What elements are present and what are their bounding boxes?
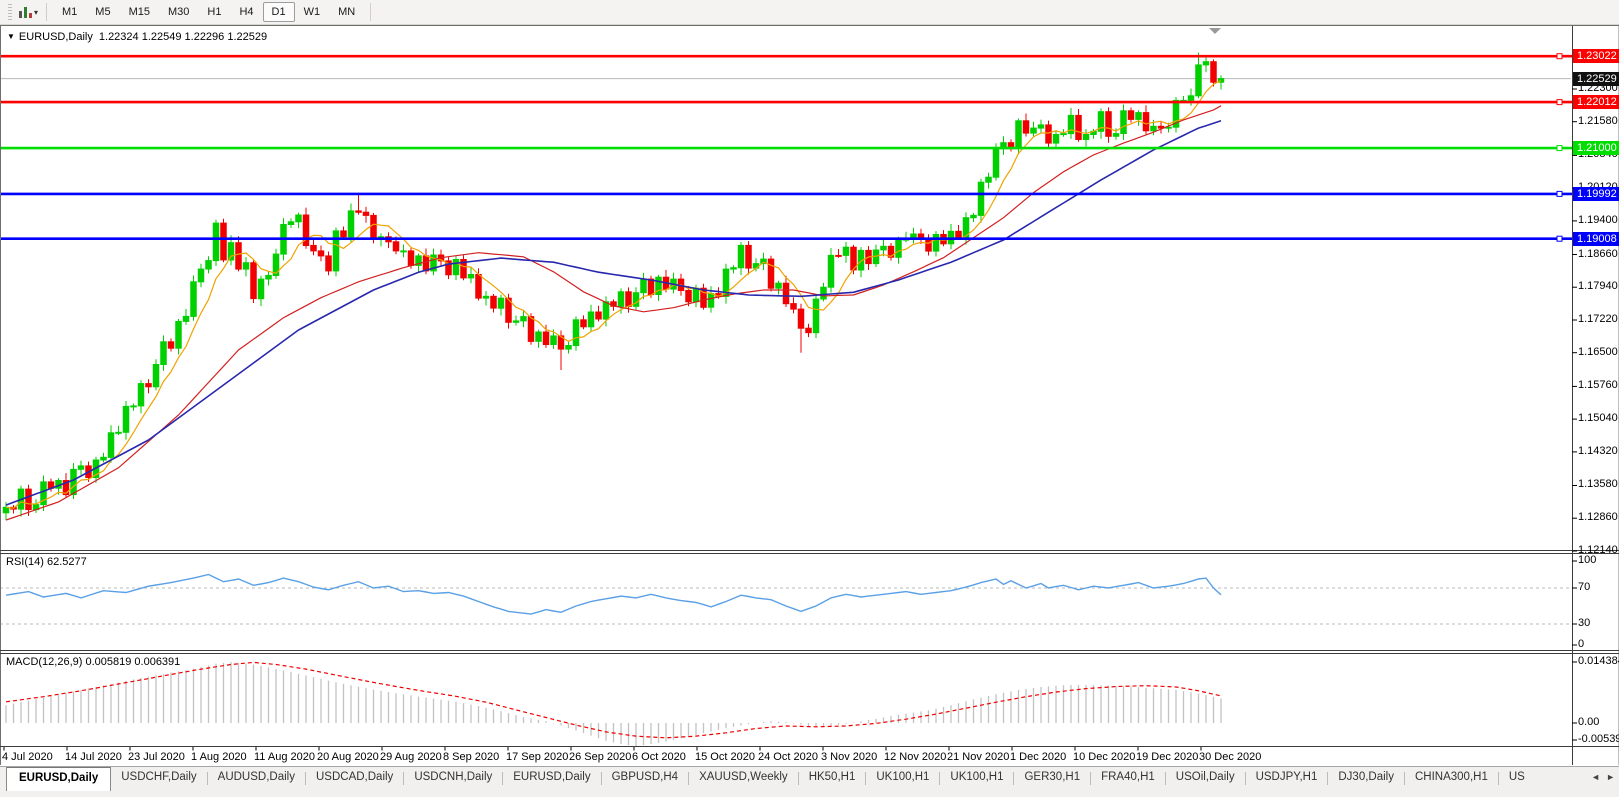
date-label: 8 Sep 2020 bbox=[443, 751, 499, 763]
chart-tab-dj30-daily[interactable]: DJ30,Daily bbox=[1328, 767, 1404, 788]
hline-price-chip: 1.22012 bbox=[1573, 95, 1619, 109]
chart-tab-ger30-h1[interactable]: GER30,H1 bbox=[1014, 767, 1090, 788]
chart-tab-us[interactable]: US bbox=[1499, 767, 1526, 788]
hline-price-chip: 1.19008 bbox=[1573, 232, 1619, 246]
chart-tab-usdchf-daily[interactable]: USDCHF,Daily bbox=[111, 767, 206, 788]
price-tick-label: 1.17940 bbox=[1578, 280, 1618, 292]
tab-scroll-left-icon[interactable]: ◄ bbox=[1591, 772, 1600, 782]
price-tick-label: 1.18660 bbox=[1578, 248, 1618, 260]
chart-tab-xauusd-weekly[interactable]: XAUUSD,Weekly bbox=[689, 767, 798, 788]
date-label: 26 Sep 2020 bbox=[569, 751, 631, 763]
date-label: 10 Dec 2020 bbox=[1073, 751, 1135, 763]
chart-title: ▼ EURUSD,Daily 1.22324 1.22549 1.22296 1.2… bbox=[7, 31, 267, 43]
chart-tab-uk100-h1[interactable]: UK100,H1 bbox=[866, 767, 939, 788]
date-label: 19 Dec 2020 bbox=[1136, 751, 1198, 763]
price-tick-label: 1.21580 bbox=[1578, 115, 1618, 127]
date-label: 4 Jul 2020 bbox=[2, 751, 53, 763]
rsi-tick-label: 0 bbox=[1578, 638, 1584, 650]
symbol-collapse-icon[interactable]: ▼ bbox=[7, 32, 15, 41]
price-tick-label: 1.15040 bbox=[1578, 412, 1618, 424]
date-label: 30 Dec 2020 bbox=[1199, 751, 1261, 763]
price-tick-label: 1.13580 bbox=[1578, 478, 1618, 490]
date-label: 29 Aug 2020 bbox=[380, 751, 442, 763]
macd-tick-label: 0.014384 bbox=[1578, 655, 1619, 667]
rsi-indicator-label: RSI(14) 62.5277 bbox=[6, 556, 87, 568]
chart-tab-hk50-h1[interactable]: HK50,H1 bbox=[799, 767, 866, 788]
chart-tab-audusd-daily[interactable]: AUDUSD,Daily bbox=[208, 767, 305, 788]
rsi-tick-label: 100 bbox=[1578, 554, 1596, 566]
hline-price-chip: 1.23022 bbox=[1573, 49, 1619, 63]
chart-tab-china300-h1[interactable]: CHINA300,H1 bbox=[1405, 767, 1498, 788]
date-label: 21 Nov 2020 bbox=[947, 751, 1009, 763]
chart-tab-eurusd-daily[interactable]: EURUSD,Daily bbox=[503, 767, 600, 788]
price-tick-label: 1.15760 bbox=[1578, 379, 1618, 391]
rsi-tick-label: 30 bbox=[1578, 617, 1590, 629]
date-label: 24 Oct 2020 bbox=[758, 751, 818, 763]
chart-tab-fra40-h1[interactable]: FRA40,H1 bbox=[1091, 767, 1165, 788]
date-label: 20 Aug 2020 bbox=[317, 751, 379, 763]
hline-price-chip: 1.19992 bbox=[1573, 187, 1619, 201]
chart-tab-usdcnh-daily[interactable]: USDCNH,Daily bbox=[404, 767, 502, 788]
chart-tab-usdcad-daily[interactable]: USDCAD,Daily bbox=[306, 767, 403, 788]
chart-tab-usoil-daily[interactable]: USOil,Daily bbox=[1166, 767, 1245, 788]
tab-scroll-arrows: ◄ ► bbox=[1591, 772, 1615, 782]
chart-tab-usdjpy-h1[interactable]: USDJPY,H1 bbox=[1246, 767, 1328, 788]
date-label: 12 Nov 2020 bbox=[884, 751, 946, 763]
macd-tick-label: 0.00 bbox=[1578, 716, 1599, 728]
price-tick-label: 1.16500 bbox=[1578, 346, 1618, 358]
chart-ohlc-values: 1.22324 1.22549 1.22296 1.22529 bbox=[99, 31, 267, 43]
macd-tick-label: -0.005396 bbox=[1578, 733, 1619, 745]
chart-tab-eurusd-daily[interactable]: EURUSD,Daily bbox=[6, 767, 111, 791]
date-label: 1 Dec 2020 bbox=[1010, 751, 1066, 763]
chart-tab-uk100-h1[interactable]: UK100,H1 bbox=[940, 767, 1013, 788]
rsi-tick-label: 70 bbox=[1578, 581, 1590, 593]
current-price-chip: 1.22529 bbox=[1573, 72, 1619, 86]
date-label: 17 Sep 2020 bbox=[506, 751, 568, 763]
date-label: 11 Aug 2020 bbox=[254, 751, 315, 763]
mt4-window: ▾ M1M5M15M30H1H4D1W1MN ▼EURUSD,Daily1.22… bbox=[0, 0, 1619, 797]
date-label: 15 Oct 2020 bbox=[695, 751, 755, 763]
price-tick-label: 1.14320 bbox=[1578, 445, 1618, 457]
price-tick-label: 1.17220 bbox=[1578, 313, 1618, 325]
chart-canvas[interactable] bbox=[0, 0, 1619, 797]
chart-tab-bar: EURUSD,DailyUSDCHF,DailyAUDUSD,DailyUSDC… bbox=[0, 766, 1619, 797]
date-label: 23 Jul 2020 bbox=[128, 751, 185, 763]
date-label: 1 Aug 2020 bbox=[191, 751, 247, 763]
tab-scroll-right-icon[interactable]: ► bbox=[1606, 772, 1615, 782]
price-tick-label: 1.12860 bbox=[1578, 511, 1618, 523]
macd-indicator-label: MACD(12,26,9) 0.005819 0.006391 bbox=[6, 656, 180, 668]
chart-symbol-label: EURUSD,Daily bbox=[19, 31, 93, 43]
hline-price-chip: 1.21000 bbox=[1573, 141, 1619, 155]
date-label: 6 Oct 2020 bbox=[632, 751, 686, 763]
date-label: 14 Jul 2020 bbox=[65, 751, 122, 763]
date-label: 3 Nov 2020 bbox=[821, 751, 877, 763]
chart-tab-gbpusd-h4[interactable]: GBPUSD,H4 bbox=[602, 767, 688, 788]
price-tick-label: 1.19400 bbox=[1578, 214, 1618, 226]
